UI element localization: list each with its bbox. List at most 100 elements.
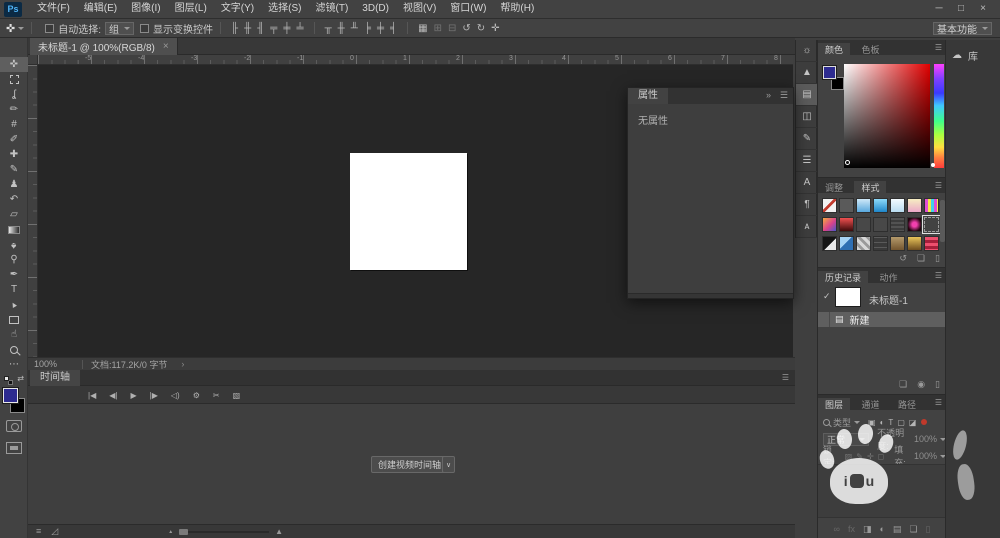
create-video-timeline-button[interactable]: 创建视频时间轴 [371,456,448,473]
rectangular-marquee-tool[interactable] [0,72,28,87]
new-style-icon[interactable]: ❏ [917,253,925,264]
zoom-out-mountain-icon[interactable]: ▲ [168,529,173,535]
lasso-tool[interactable]: ʆ [0,87,28,102]
menu-item-1[interactable]: 编辑(E) [77,0,124,18]
align-horizontal-centers-icon[interactable]: ╫ [244,20,251,37]
menu-item-2[interactable]: 图像(I) [124,0,167,18]
pen-tool[interactable]: ✒ [0,267,28,282]
timeline-type-dropdown[interactable]: ∨ [442,456,455,473]
libraries-header[interactable]: ☁ 库 [952,48,978,63]
menu-item-10[interactable]: 帮助(H) [493,0,541,18]
timeline-settings-icon[interactable]: ⚙ [193,391,200,400]
go-to-first-frame-button[interactable]: |◀ [88,391,96,400]
new-adjustment-layer-icon[interactable]: ◐ [879,524,884,534]
workspace-switcher[interactable]: 基本功能 [933,22,992,35]
style-swatch-13[interactable] [907,217,922,232]
distribute-left-edges-icon[interactable]: ╞ [364,20,371,37]
zoom-level-field[interactable]: 100% [34,359,74,369]
style-swatch-8[interactable] [822,217,837,232]
layer-filter-search-icon[interactable] [823,419,830,426]
next-frame-button[interactable]: |▶ [150,391,158,400]
blur-tool[interactable]: ♠ [0,237,28,252]
dock-character-icon[interactable]: A [796,172,818,194]
close-button[interactable]: × [972,0,994,18]
vertical-ruler[interactable] [28,65,38,357]
style-swatch-15[interactable] [822,236,837,251]
edit-toolbar-ellipsis[interactable]: ⋯ [0,357,28,372]
lock-position-icon[interactable]: ✛ [867,452,874,461]
style-swatch-16[interactable] [839,236,854,251]
style-swatch-21[interactable] [924,236,939,251]
dock-adjustments-icon[interactable]: ☼ [796,40,818,62]
tab-channels[interactable]: 通道 [854,398,886,413]
transition-button[interactable]: ▧ [233,391,241,400]
new-snapshot-icon[interactable]: ◉ [917,379,925,390]
lock-all-icon[interactable]: ◻ [878,452,885,461]
new-layer-icon[interactable]: ❏ [909,524,917,535]
tab-paths[interactable]: 路径 [891,398,923,413]
menu-item-3[interactable]: 图层(L) [168,0,214,18]
style-swatch-18[interactable] [873,236,888,251]
tab-layers[interactable]: 图层 [818,398,850,413]
rectangle-tool[interactable] [0,312,28,327]
quick-mask-mode-icon[interactable] [6,420,22,432]
eyedropper-tool[interactable]: ✐ [0,132,28,147]
properties-panel-menu-icon[interactable]: ☰ [780,90,788,101]
auto-select-checkbox[interactable] [45,24,54,33]
quick-selection-tool[interactable]: ✏ [0,102,28,117]
auto-select-dropdown[interactable]: 组 [105,22,134,35]
align-right-edges-icon[interactable]: ╢ [257,20,264,37]
document-canvas[interactable] [350,153,467,270]
timeline-render-icon[interactable]: ≡ [36,526,41,537]
dodge-tool[interactable]: ⚲ [0,252,28,267]
layers-list[interactable] [818,464,946,518]
screen-mode-icon[interactable] [6,442,22,454]
history-panel-menu-icon[interactable]: ☰ [935,268,942,283]
collapse-panel-icon[interactable]: » [766,90,771,100]
tool-preset-caret-icon[interactable] [18,27,24,30]
3d-orbit-icon[interactable]: ↺ [462,20,470,37]
timeline-zoom-slider[interactable] [179,531,269,533]
color-field-marker[interactable] [845,160,850,165]
menu-item-4[interactable]: 文字(Y) [214,0,261,18]
align-top-edges-icon[interactable]: ╤ [270,20,277,37]
filter-pixel-layers-icon[interactable]: ▣ [868,418,876,427]
maximize-button[interactable]: □ [950,0,972,18]
zoom-slider-thumb[interactable] [179,529,188,535]
dock-layer-comps-icon[interactable]: ◫ [796,106,818,128]
split-at-playhead-button[interactable]: ✂ [213,391,220,400]
auto-align-icon[interactable]: ⊞ [434,20,442,37]
distribute-top-edges-icon[interactable]: ╥ [325,20,332,37]
hand-tool[interactable]: ☝ [0,327,28,342]
tab-swatches[interactable]: 色板 [854,43,886,58]
style-swatch-1[interactable] [822,198,837,213]
menu-item-8[interactable]: 视图(V) [396,0,443,18]
distribute-spacing-icon[interactable]: ▦ [418,20,427,37]
add-layer-mask-icon[interactable]: ◨ [863,524,872,535]
align-vertical-centers-icon[interactable]: ╪ [283,20,290,37]
crop-tool[interactable]: # [0,117,28,132]
layer-filter-kind-label[interactable]: 类型 [833,416,851,429]
menu-item-7[interactable]: 3D(D) [355,0,396,18]
clear-style-icon[interactable]: ↺ [899,253,907,264]
color-panel-menu-icon[interactable]: ☰ [935,40,942,55]
lock-transparent-pixels-icon[interactable]: ▨ [845,452,853,461]
fill-value[interactable]: 100% [914,451,937,461]
ruler-origin-corner[interactable] [28,55,38,65]
layers-panel-menu-icon[interactable]: ☰ [935,395,942,410]
timeline-corner-icon[interactable]: ◿ [51,526,58,537]
opacity-value[interactable]: 100% [914,434,937,444]
3d-roll-icon[interactable]: ↻ [477,20,485,37]
tab-timeline[interactable]: 时间轴 [30,370,80,386]
delete-style-icon[interactable]: ▯ [935,253,940,264]
style-swatch-5[interactable] [890,198,905,213]
align-left-edges-icon[interactable]: ╟ [231,20,238,37]
style-swatch-9[interactable] [839,217,854,232]
default-colors-icon[interactable] [4,376,13,385]
previous-frame-button[interactable]: ◀| [109,391,117,400]
style-swatch-7[interactable] [924,198,939,213]
dock-brush-settings-icon[interactable]: ✎ [796,128,818,150]
move-tool[interactable]: ✜ [0,57,28,72]
audio-mute-button[interactable]: ◁) [171,391,180,400]
path-selection-tool[interactable]: ▲ [0,297,28,312]
